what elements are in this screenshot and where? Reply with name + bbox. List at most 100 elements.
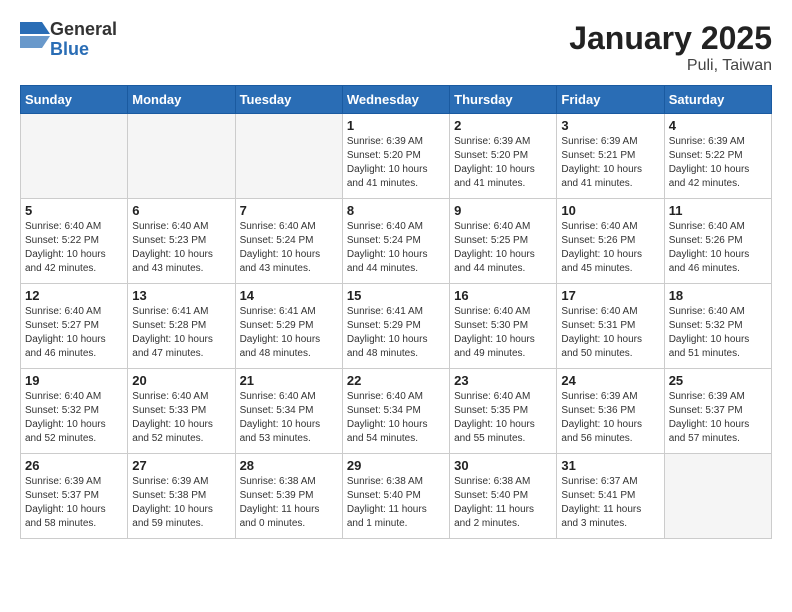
day-info: Sunrise: 6:40 AM Sunset: 5:25 PM Dayligh…	[454, 220, 552, 276]
day-info: Sunrise: 6:40 AM Sunset: 5:35 PM Dayligh…	[454, 390, 552, 446]
day-info: Sunrise: 6:40 AM Sunset: 5:34 PM Dayligh…	[347, 390, 445, 446]
day-info: Sunrise: 6:38 AM Sunset: 5:40 PM Dayligh…	[454, 475, 552, 531]
day-info: Sunrise: 6:40 AM Sunset: 5:33 PM Dayligh…	[132, 390, 230, 446]
calendar-cell: 22 Sunrise: 6:40 AM Sunset: 5:34 PM Dayli…	[342, 369, 449, 454]
calendar-body: 1 Sunrise: 6:39 AM Sunset: 5:20 PM Daylig…	[21, 114, 772, 539]
day-number: 20	[132, 373, 230, 388]
day-info: Sunrise: 6:40 AM Sunset: 5:24 PM Dayligh…	[240, 220, 338, 276]
calendar-cell: 18 Sunrise: 6:40 AM Sunset: 5:32 PM Dayli…	[664, 284, 771, 369]
day-header-thursday: Thursday	[450, 86, 557, 114]
day-number: 14	[240, 288, 338, 303]
day-info: Sunrise: 6:39 AM Sunset: 5:20 PM Dayligh…	[454, 135, 552, 191]
logo: General Blue	[20, 20, 117, 60]
title-block: January 2025 Puli, Taiwan	[569, 20, 772, 75]
day-info: Sunrise: 6:40 AM Sunset: 5:22 PM Dayligh…	[25, 220, 123, 276]
calendar-cell: 2 Sunrise: 6:39 AM Sunset: 5:20 PM Daylig…	[450, 114, 557, 199]
day-info: Sunrise: 6:41 AM Sunset: 5:29 PM Dayligh…	[240, 305, 338, 361]
day-info: Sunrise: 6:39 AM Sunset: 5:38 PM Dayligh…	[132, 475, 230, 531]
day-number: 6	[132, 203, 230, 218]
day-info: Sunrise: 6:40 AM Sunset: 5:27 PM Dayligh…	[25, 305, 123, 361]
day-number: 13	[132, 288, 230, 303]
calendar-cell: 12Sunrise: 6:40 AM Sunset: 5:27 PM Dayli…	[21, 284, 128, 369]
day-number: 2	[454, 118, 552, 133]
calendar-table: SundayMondayTuesdayWednesdayThursdayFrid…	[20, 85, 772, 539]
logo-blue: Blue	[50, 40, 117, 60]
day-number: 17	[561, 288, 659, 303]
day-number: 23	[454, 373, 552, 388]
day-header-wednesday: Wednesday	[342, 86, 449, 114]
day-info: Sunrise: 6:40 AM Sunset: 5:23 PM Dayligh…	[132, 220, 230, 276]
calendar-header: SundayMondayTuesdayWednesdayThursdayFrid…	[21, 86, 772, 114]
calendar-cell: 17 Sunrise: 6:40 AM Sunset: 5:31 PM Dayli…	[557, 284, 664, 369]
days-header-row: SundayMondayTuesdayWednesdayThursdayFrid…	[21, 86, 772, 114]
day-info: Sunrise: 6:40 AM Sunset: 5:31 PM Dayligh…	[561, 305, 659, 361]
calendar-cell: 14 Sunrise: 6:41 AM Sunset: 5:29 PM Dayli…	[235, 284, 342, 369]
day-number: 1	[347, 118, 445, 133]
calendar-cell: 26 Sunrise: 6:39 AM Sunset: 5:37 PM Dayli…	[21, 454, 128, 539]
day-header-monday: Monday	[128, 86, 235, 114]
calendar-cell: 7Sunrise: 6:40 AM Sunset: 5:24 PM Daylig…	[235, 199, 342, 284]
day-number: 10	[561, 203, 659, 218]
day-header-friday: Friday	[557, 86, 664, 114]
day-info: Sunrise: 6:39 AM Sunset: 5:20 PM Dayligh…	[347, 135, 445, 191]
day-header-saturday: Saturday	[664, 86, 771, 114]
day-number: 8	[347, 203, 445, 218]
calendar-cell: 15Sunrise: 6:41 AM Sunset: 5:29 PM Dayli…	[342, 284, 449, 369]
day-number: 18	[669, 288, 767, 303]
day-info: Sunrise: 6:40 AM Sunset: 5:32 PM Dayligh…	[669, 305, 767, 361]
calendar-subtitle: Puli, Taiwan	[569, 57, 772, 75]
calendar-cell: 13 Sunrise: 6:41 AM Sunset: 5:28 PM Dayli…	[128, 284, 235, 369]
calendar-cell: 8 Sunrise: 6:40 AM Sunset: 5:24 PM Daylig…	[342, 199, 449, 284]
logo-general: General	[50, 20, 117, 40]
day-number: 3	[561, 118, 659, 133]
day-number: 30	[454, 458, 552, 473]
calendar-cell: 20 Sunrise: 6:40 AM Sunset: 5:33 PM Dayli…	[128, 369, 235, 454]
week-row-1: 1 Sunrise: 6:39 AM Sunset: 5:20 PM Daylig…	[21, 114, 772, 199]
day-info: Sunrise: 6:37 AM Sunset: 5:41 PM Dayligh…	[561, 475, 659, 531]
day-header-sunday: Sunday	[21, 86, 128, 114]
day-info: Sunrise: 6:39 AM Sunset: 5:36 PM Dayligh…	[561, 390, 659, 446]
calendar-cell: 16Sunrise: 6:40 AM Sunset: 5:30 PM Dayli…	[450, 284, 557, 369]
page-header: General Blue January 2025 Puli, Taiwan	[20, 20, 772, 75]
day-number: 31	[561, 458, 659, 473]
day-info: Sunrise: 6:40 AM Sunset: 5:34 PM Dayligh…	[240, 390, 338, 446]
calendar-cell: 28 Sunrise: 6:38 AM Sunset: 5:39 PM Dayli…	[235, 454, 342, 539]
calendar-cell: 19Sunrise: 6:40 AM Sunset: 5:32 PM Dayli…	[21, 369, 128, 454]
calendar-cell: 27 Sunrise: 6:39 AM Sunset: 5:38 PM Dayli…	[128, 454, 235, 539]
day-info: Sunrise: 6:39 AM Sunset: 5:37 PM Dayligh…	[669, 390, 767, 446]
calendar-cell: 6 Sunrise: 6:40 AM Sunset: 5:23 PM Daylig…	[128, 199, 235, 284]
day-info: Sunrise: 6:38 AM Sunset: 5:39 PM Dayligh…	[240, 475, 338, 531]
calendar-cell: 11Sunrise: 6:40 AM Sunset: 5:26 PM Dayli…	[664, 199, 771, 284]
calendar-cell	[664, 454, 771, 539]
day-info: Sunrise: 6:41 AM Sunset: 5:28 PM Dayligh…	[132, 305, 230, 361]
calendar-cell: 30 Sunrise: 6:38 AM Sunset: 5:40 PM Dayli…	[450, 454, 557, 539]
day-number: 22	[347, 373, 445, 388]
calendar-cell: 23 Sunrise: 6:40 AM Sunset: 5:35 PM Dayli…	[450, 369, 557, 454]
day-info: Sunrise: 6:40 AM Sunset: 5:30 PM Dayligh…	[454, 305, 552, 361]
calendar-cell: 25 Sunrise: 6:39 AM Sunset: 5:37 PM Dayli…	[664, 369, 771, 454]
calendar-cell: 5 Sunrise: 6:40 AM Sunset: 5:22 PM Daylig…	[21, 199, 128, 284]
day-number: 26	[25, 458, 123, 473]
day-number: 19	[25, 373, 123, 388]
week-row-5: 26 Sunrise: 6:39 AM Sunset: 5:37 PM Dayli…	[21, 454, 772, 539]
day-number: 11	[669, 203, 767, 218]
day-number: 24	[561, 373, 659, 388]
day-number: 21	[240, 373, 338, 388]
day-number: 25	[669, 373, 767, 388]
calendar-cell: 24 Sunrise: 6:39 AM Sunset: 5:36 PM Dayli…	[557, 369, 664, 454]
day-number: 5	[25, 203, 123, 218]
day-info: Sunrise: 6:39 AM Sunset: 5:37 PM Dayligh…	[25, 475, 123, 531]
calendar-cell	[128, 114, 235, 199]
calendar-cell: 4Sunrise: 6:39 AM Sunset: 5:22 PM Daylig…	[664, 114, 771, 199]
calendar-cell: 3Sunrise: 6:39 AM Sunset: 5:21 PM Daylig…	[557, 114, 664, 199]
calendar-cell: 9Sunrise: 6:40 AM Sunset: 5:25 PM Daylig…	[450, 199, 557, 284]
day-info: Sunrise: 6:40 AM Sunset: 5:24 PM Dayligh…	[347, 220, 445, 276]
week-row-3: 12Sunrise: 6:40 AM Sunset: 5:27 PM Dayli…	[21, 284, 772, 369]
calendar-title: January 2025	[569, 20, 772, 57]
calendar-cell: 1 Sunrise: 6:39 AM Sunset: 5:20 PM Daylig…	[342, 114, 449, 199]
week-row-2: 5 Sunrise: 6:40 AM Sunset: 5:22 PM Daylig…	[21, 199, 772, 284]
calendar-cell: 29Sunrise: 6:38 AM Sunset: 5:40 PM Dayli…	[342, 454, 449, 539]
day-number: 27	[132, 458, 230, 473]
day-number: 28	[240, 458, 338, 473]
logo-text: General Blue	[50, 20, 117, 60]
